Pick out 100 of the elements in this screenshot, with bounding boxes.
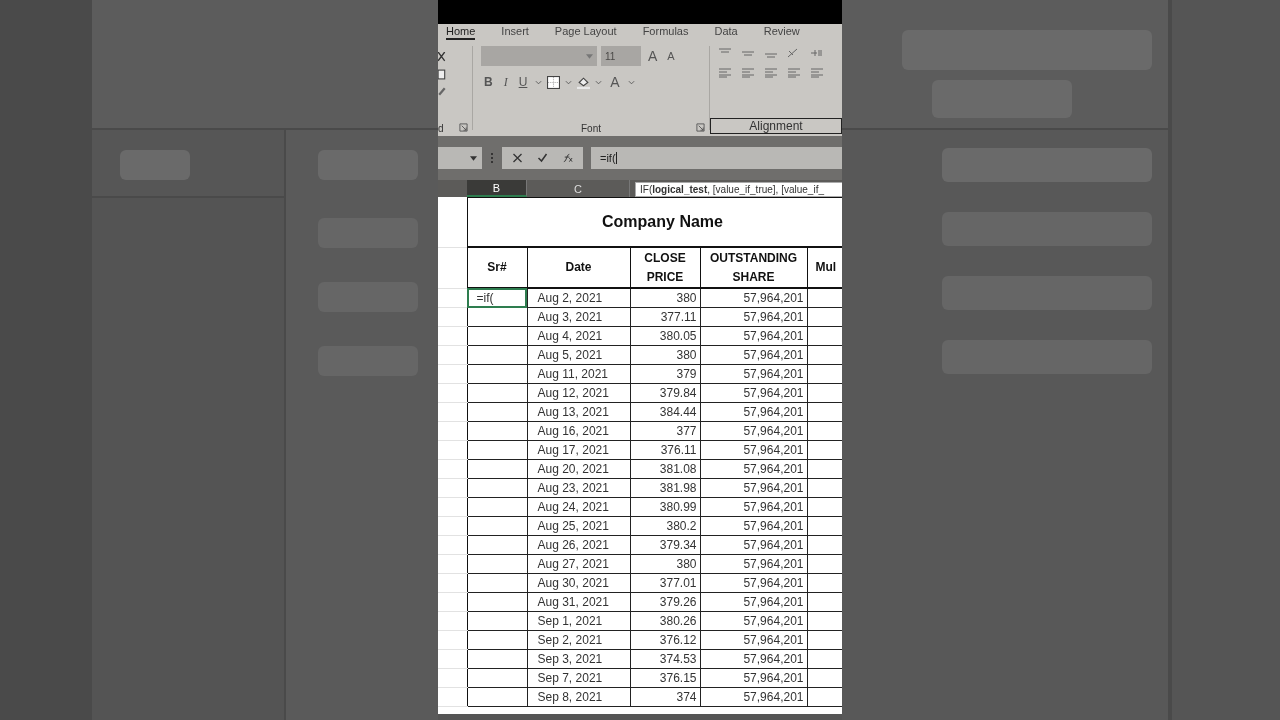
table-cell: Aug 23, 2021 [527,478,630,498]
column-header[interactable]: C [527,180,630,197]
launcher-icon[interactable] [459,123,468,132]
fill-bucket-icon[interactable] [577,75,591,89]
table-cell: 377.11 [630,307,700,327]
table-cell: 57,964,201 [700,402,807,422]
font-size-dropdown[interactable]: 11 [601,46,641,66]
group-label: Alignment [749,119,803,133]
ribbon-tab[interactable]: Data [714,24,738,40]
borders-icon[interactable] [547,75,561,89]
table-cell[interactable] [467,364,527,384]
table-cell: 380 [630,288,700,308]
table-cell: 57,964,201 [700,668,807,688]
table-cell[interactable] [467,668,527,688]
table-cell[interactable] [467,326,527,346]
table-cell: 57,964,201 [700,459,807,479]
table-cell: 380.99 [630,497,700,517]
column-header[interactable]: B [467,180,527,197]
format-button[interactable]: I [500,74,511,90]
font-color-button[interactable]: A [607,74,623,90]
table-cell: Aug 17, 2021 [527,440,630,460]
table-cell: Aug 4, 2021 [527,326,630,346]
table-cell: Aug 30, 2021 [527,573,630,593]
table-cell: 384.44 [630,402,700,422]
table-cell: 57,964,201 [700,516,807,536]
table-cell[interactable] [467,497,527,517]
table-cell: 57,964,201 [700,535,807,555]
ribbon-tab[interactable]: Formulas [642,24,689,40]
scissors-icon[interactable] [438,52,447,63]
table-cell[interactable] [467,592,527,612]
table-cell: 379.34 [630,535,700,555]
table-cell: Aug 31, 2021 [527,592,630,612]
shrink-font-button[interactable]: A [664,50,678,62]
ribbon-tab[interactable]: Page Layout [554,24,617,40]
table-cell: 377.01 [630,573,700,593]
table-cell: 57,964,201 [700,630,807,650]
caret-icon [470,155,477,161]
table-title: Company Name [602,213,723,230]
table-cell: 57,964,201 [700,611,807,631]
table-cell[interactable] [467,478,527,498]
table-cell: 381.98 [630,478,700,498]
table-cell: 380 [630,345,700,365]
column-heading: Date [527,247,630,288]
table-cell[interactable] [467,611,527,631]
table-cell[interactable] [467,554,527,574]
table-cell: Sep 7, 2021 [527,668,630,688]
table-cell: 57,964,201 [700,383,807,403]
table-cell: 380 [630,554,700,574]
column-heading: CLOSE PRICE [630,247,700,288]
table-cell[interactable] [467,307,527,327]
table-cell: 57,964,201 [700,345,807,365]
table-cell[interactable] [467,459,527,479]
table-cell[interactable] [467,421,527,441]
table-cell[interactable] [467,402,527,422]
table-cell: 57,964,201 [700,478,807,498]
format-button[interactable]: B [481,75,496,89]
ribbon-tab[interactable]: Insert [501,24,529,40]
more-icon[interactable] [490,152,494,164]
table-cell: 376.15 [630,668,700,688]
table-cell: 57,964,201 [700,307,807,327]
table-cell[interactable]: =if( [467,288,527,308]
launcher-icon[interactable] [696,123,705,132]
table-cell: 57,964,201 [700,592,807,612]
table-cell: 57,964,201 [700,554,807,574]
table-cell[interactable] [467,630,527,650]
ribbon-tab[interactable]: Review [763,24,800,40]
close-icon[interactable] [512,153,523,163]
table-cell[interactable] [467,383,527,403]
table-cell: 57,964,201 [700,288,807,308]
table-cell: 376.12 [630,630,700,650]
checkmark-icon[interactable] [537,153,548,163]
table-cell: 57,964,201 [700,440,807,460]
table-cell: 57,964,201 [700,649,807,669]
table-cell: 374 [630,687,700,707]
table-cell[interactable] [467,687,527,707]
table-cell[interactable] [467,535,527,555]
brush-icon[interactable] [438,86,447,97]
column-heading: OUTSTANDING SHARE [700,247,807,288]
table-cell: 380.05 [630,326,700,346]
table-cell[interactable] [467,345,527,365]
formula-input[interactable]: =if( [591,147,842,169]
ribbon-tab[interactable]: Home [446,24,476,40]
table-cell: 379 [630,364,700,384]
format-button[interactable]: U [515,75,531,89]
table-cell[interactable] [467,573,527,593]
table-cell: Aug 26, 2021 [527,535,630,555]
table-cell[interactable] [467,516,527,536]
table-cell: Aug 11, 2021 [527,364,630,384]
group-label: d [438,123,444,134]
table-cell: Aug 16, 2021 [527,421,630,441]
table-cell: 57,964,201 [700,573,807,593]
table-cell: 379.84 [630,383,700,403]
grow-font-button[interactable]: A [645,48,661,64]
table-cell[interactable] [467,649,527,669]
table-cell: Sep 1, 2021 [527,611,630,631]
table-cell: 57,964,201 [700,421,807,441]
function-icon[interactable] [562,153,573,163]
table-cell[interactable] [467,440,527,460]
table-cell: Aug 20, 2021 [527,459,630,479]
table-cell: 379.26 [630,592,700,612]
